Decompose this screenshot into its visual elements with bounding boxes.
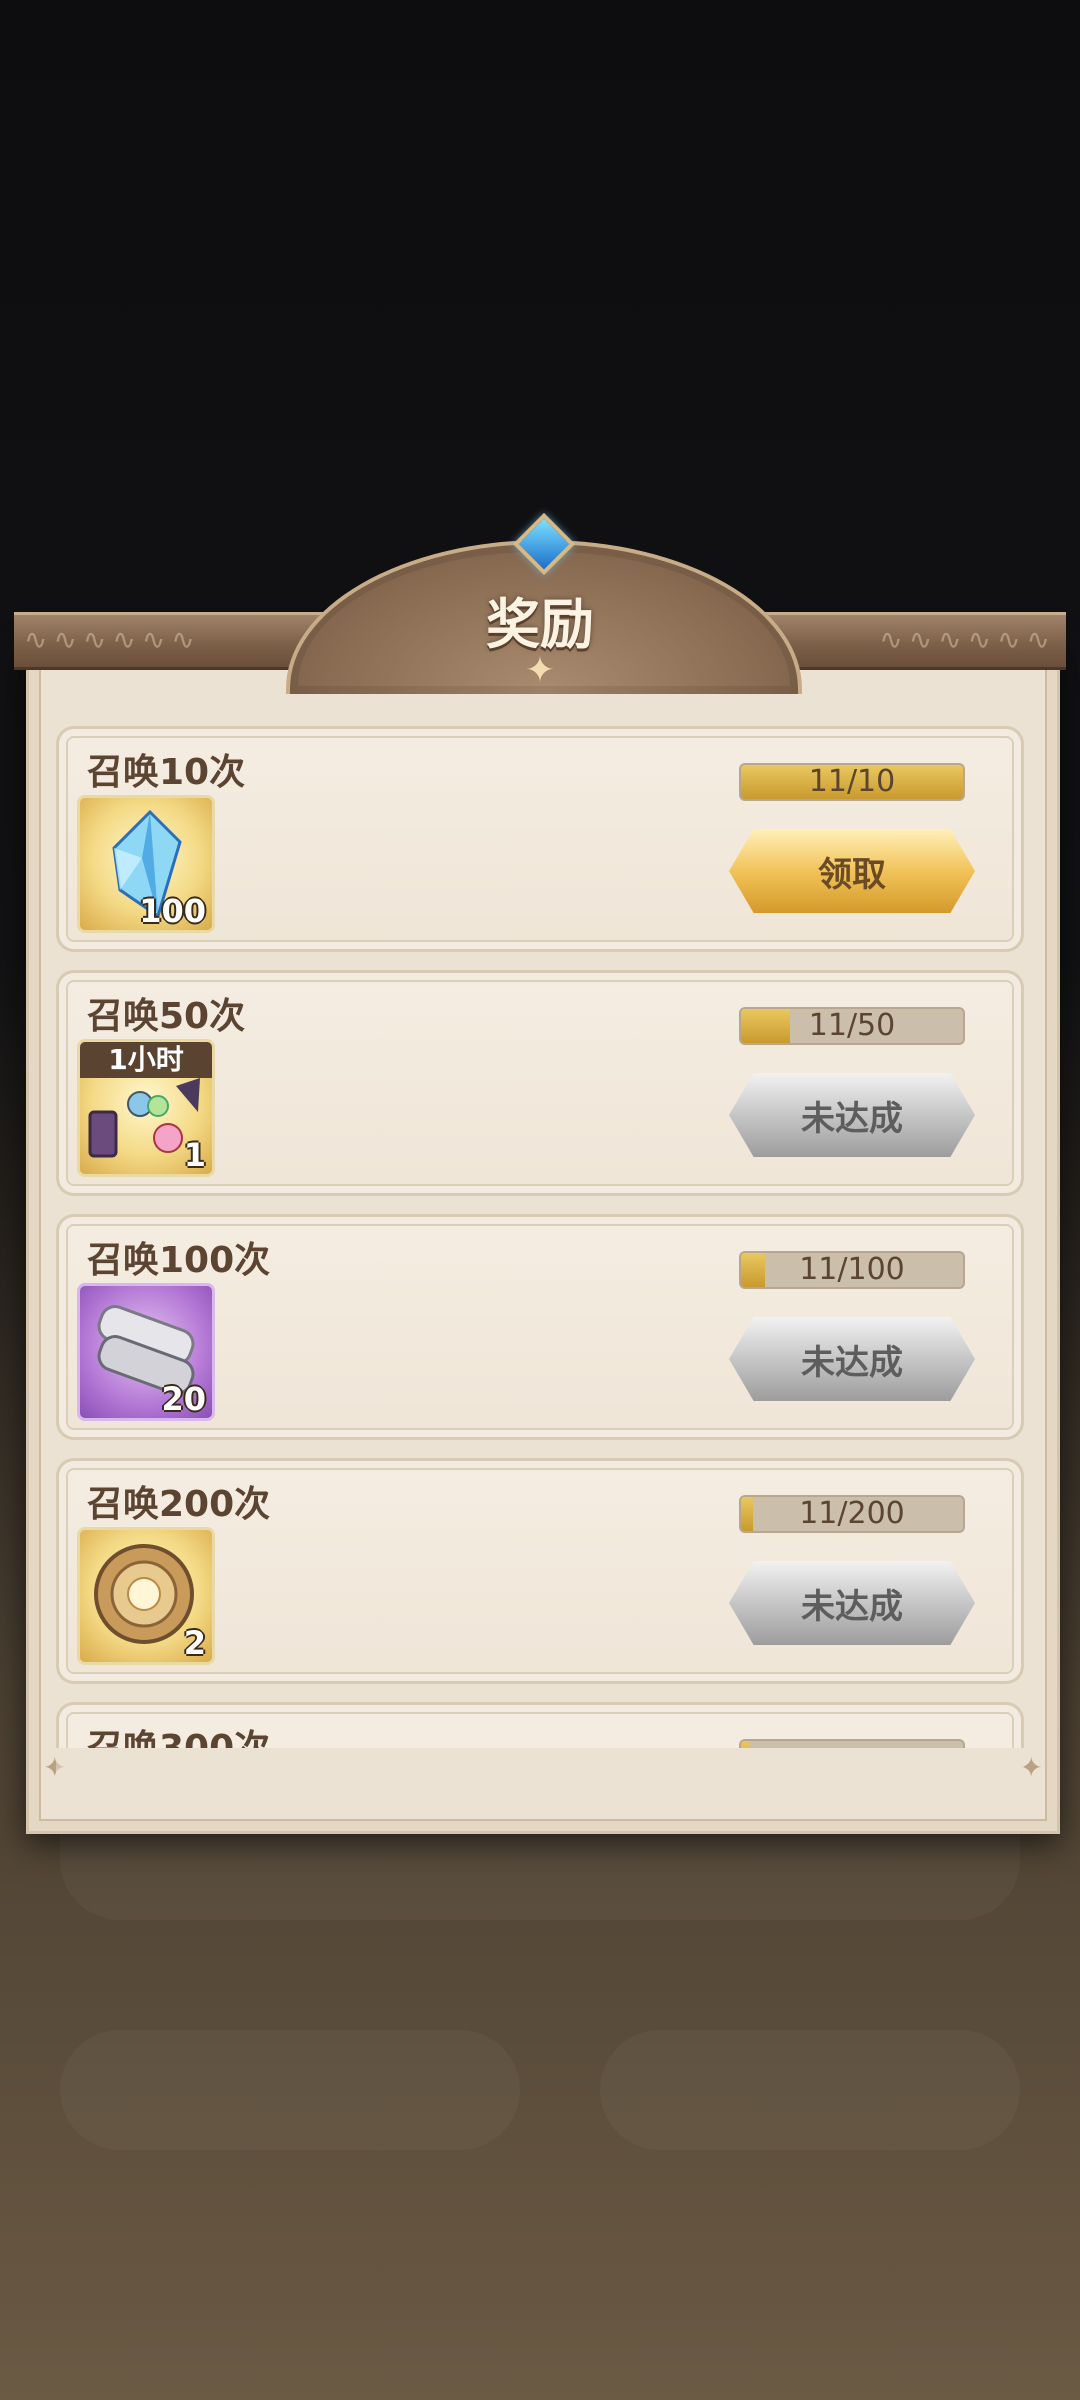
- locked-button-label: 未达成: [801, 1098, 903, 1139]
- locked-button[interactable]: 未达成: [729, 1561, 975, 1645]
- item-quantity: 1: [183, 1136, 206, 1174]
- locked-button-label: 未达成: [801, 1586, 903, 1627]
- claim-button-label: 领取: [818, 854, 886, 895]
- scroll-ornament-icon: ∿∿∿∿∿∿: [24, 623, 201, 656]
- progress-text: 11/50: [808, 1008, 896, 1043]
- progress-fill: [741, 1741, 750, 1748]
- reward-item[interactable]: 1小时 1: [77, 1039, 215, 1177]
- duration-tag: 1小时: [80, 1042, 212, 1078]
- progress-bar: 11/100: [739, 1251, 965, 1289]
- background-blur: [600, 2030, 1020, 2150]
- dialog-title: 奖励: [486, 592, 594, 656]
- reward-title: 召唤50次: [87, 996, 246, 1037]
- reward-title: 召唤200次: [87, 1484, 271, 1525]
- reward-list[interactable]: 召唤10次 100 11/10 领取 召唤50次 1小时 1 11/50 未达成…: [56, 726, 1024, 1748]
- locked-button[interactable]: 未达成: [729, 1073, 975, 1157]
- progress-bar: [739, 1739, 965, 1748]
- background-blur: [60, 2030, 520, 2150]
- reward-card: 召唤100次 20 11/100 未达成: [56, 1214, 1024, 1440]
- item-quantity: 2: [183, 1624, 206, 1662]
- claim-button[interactable]: 领取: [729, 829, 975, 913]
- item-quantity: 20: [161, 1380, 206, 1418]
- sparkle-icon: ✦: [524, 650, 556, 691]
- reward-item[interactable]: 20: [77, 1283, 215, 1421]
- item-quantity: 100: [139, 892, 206, 930]
- progress-bar: 11/10: [739, 763, 965, 801]
- reward-title: 召唤300次: [87, 1719, 270, 1748]
- reward-card: 召唤50次 1小时 1 11/50 未达成: [56, 970, 1024, 1196]
- progress-text: 11/10: [808, 764, 896, 799]
- reward-card: 召唤10次 100 11/10 领取: [56, 726, 1024, 952]
- reward-title: 召唤100次: [87, 1240, 271, 1281]
- reward-item[interactable]: 2: [77, 1527, 215, 1665]
- progress-text: 11/100: [799, 1252, 905, 1287]
- progress-bar: 11/50: [739, 1007, 965, 1045]
- reward-card: 召唤300次: [56, 1702, 1024, 1748]
- progress-bar: 11/200: [739, 1495, 965, 1533]
- progress-text: 11/200: [799, 1496, 905, 1531]
- reward-item[interactable]: 100: [77, 795, 215, 933]
- reward-card: 召唤200次 2 11/200 未达成: [56, 1458, 1024, 1684]
- scroll-ornament-icon: ∿∿∿∿∿∿: [879, 623, 1056, 656]
- list-fade: [56, 1748, 1024, 1808]
- reward-title: 召唤10次: [87, 752, 246, 793]
- locked-button[interactable]: 未达成: [729, 1317, 975, 1401]
- locked-button-label: 未达成: [801, 1342, 903, 1383]
